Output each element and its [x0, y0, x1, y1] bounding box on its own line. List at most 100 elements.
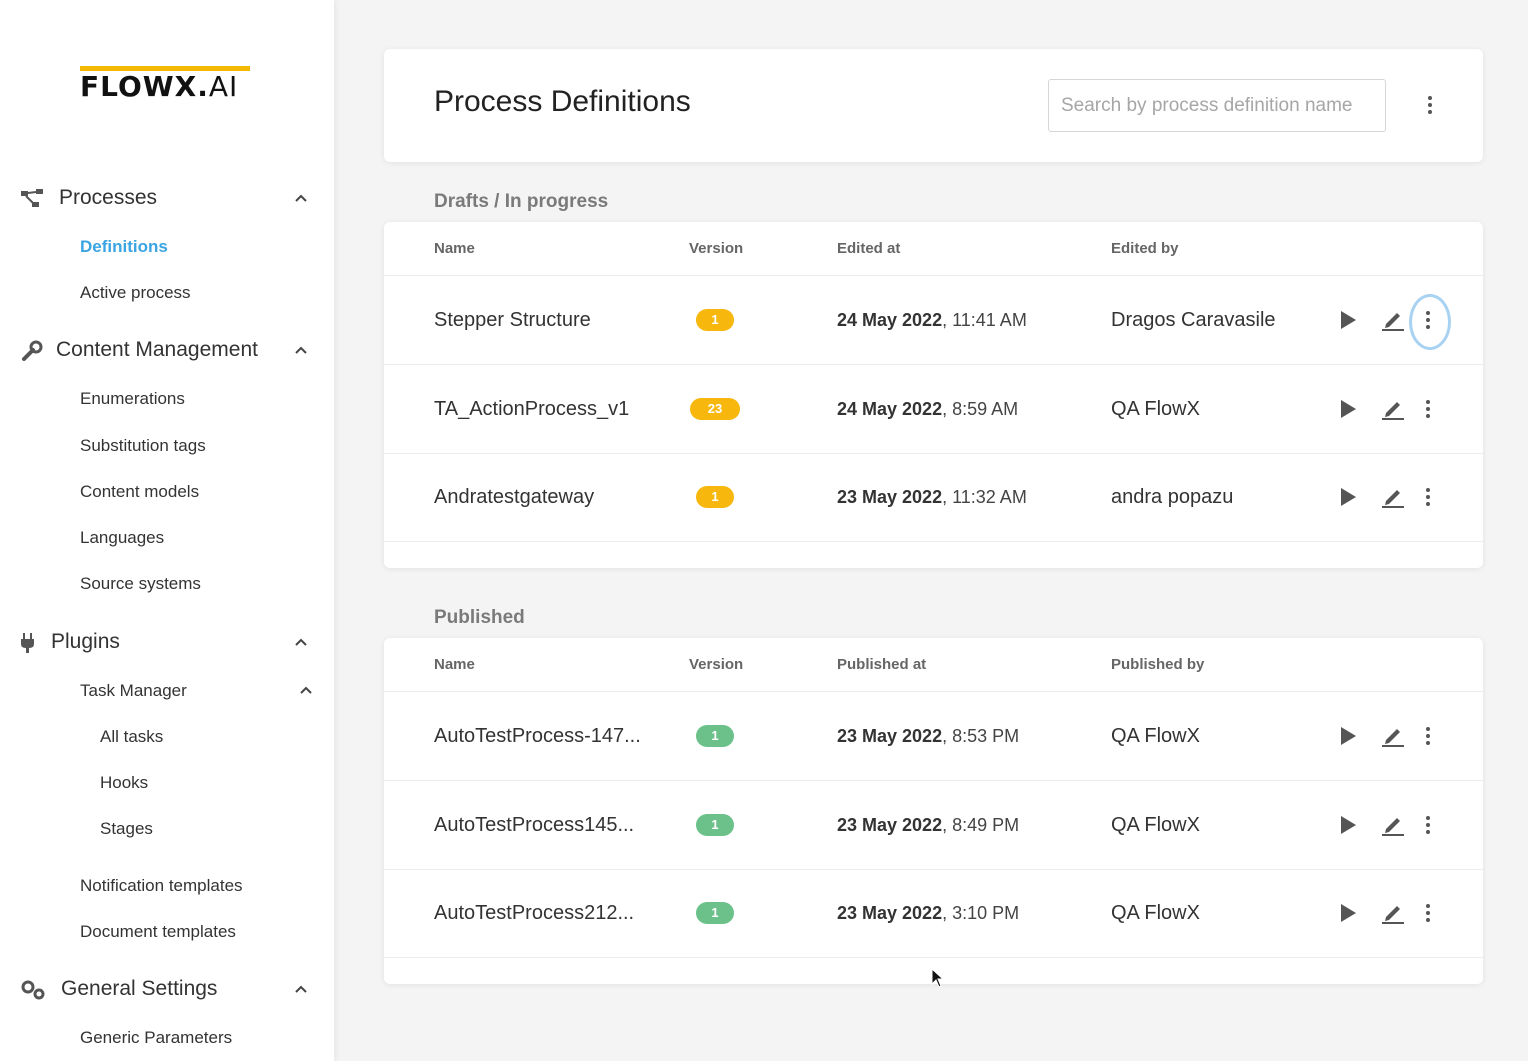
sidebar-item-source-systems[interactable]: Source systems: [80, 571, 201, 597]
edit-icon[interactable]: [1382, 902, 1404, 924]
table-row[interactable]: AutoTestProcess212... 1 23 May 2022, 3:10 …: [384, 869, 1483, 958]
table-row[interactable]: Stepper Structure 1 24 May 2022, 11:41 AM D…: [384, 276, 1483, 365]
play-icon[interactable]: [1339, 903, 1357, 923]
timestamp-time: , 8:49 PM: [942, 814, 1020, 835]
row-more-menu[interactable]: [1418, 485, 1438, 509]
sidebar-item-enumerations[interactable]: Enumerations: [80, 386, 185, 412]
process-name[interactable]: Stepper Structure: [434, 276, 591, 364]
flowx-logo[interactable]: FLOWX.AI: [80, 66, 252, 106]
play-icon[interactable]: [1339, 399, 1357, 419]
kebab-menu-icon[interactable]: [1418, 308, 1438, 332]
column-header-published-at: Published at: [837, 656, 927, 673]
search-input[interactable]: [1048, 79, 1386, 132]
sidebar-item-notification-templates[interactable]: Notification templates: [80, 873, 243, 899]
row-more-menu[interactable]: [1418, 901, 1438, 925]
table-row[interactable]: TA_ActionProcess_v1 23 24 May 2022, 8:59 A…: [384, 365, 1483, 454]
page-title: Process Definitions: [434, 85, 691, 118]
version-badge: 1: [696, 309, 734, 331]
sidebar-item-hooks[interactable]: Hooks: [100, 770, 148, 796]
chevron-up-icon[interactable]: [295, 344, 307, 356]
kebab-menu-icon[interactable]: [1418, 485, 1438, 509]
kebab-menu-icon[interactable]: [1418, 813, 1438, 837]
play-icon[interactable]: [1339, 726, 1357, 746]
table-row[interactable]: AutoTestProcess145... 1 23 May 2022, 8:49 …: [384, 781, 1483, 870]
logo-text-bold: FLOWX.: [80, 70, 209, 103]
edit-icon[interactable]: [1382, 814, 1404, 836]
sidebar-item-substitution-tags[interactable]: Substitution tags: [80, 433, 206, 459]
process-name[interactable]: Andratestgateway: [434, 453, 594, 541]
edit-icon[interactable]: [1382, 725, 1404, 747]
published-table: Name Version Published at Published by A…: [384, 638, 1483, 984]
timestamp: 23 May 2022, 11:32 AM: [837, 453, 1027, 541]
sidebar-item-languages[interactable]: Languages: [80, 525, 164, 551]
sidebar-item-generic-parameters[interactable]: Generic Parameters: [80, 1025, 232, 1051]
timestamp-time: , 11:32 AM: [942, 487, 1027, 507]
version-badge: 1: [696, 486, 734, 508]
nav-section-plugins[interactable]: Plugins: [0, 624, 334, 660]
nav-section-label: Processes: [59, 186, 158, 209]
sidebar-item-task-manager[interactable]: Task Manager: [80, 678, 187, 704]
row-more-menu[interactable]: [1418, 813, 1438, 837]
play-icon[interactable]: [1339, 310, 1357, 330]
timestamp-date: 23 May 2022: [837, 814, 943, 835]
wrench-icon: [22, 340, 43, 361]
row-more-menu[interactable]: [1409, 294, 1451, 350]
nav-section-label: Plugins: [51, 630, 120, 653]
edit-icon[interactable]: [1382, 309, 1404, 331]
process-name[interactable]: AutoTestProcess212...: [434, 869, 634, 957]
chevron-up-icon[interactable]: [295, 983, 307, 995]
plug-icon: [21, 633, 34, 653]
row-more-menu[interactable]: [1418, 724, 1438, 748]
process-name[interactable]: TA_ActionProcess_v1: [434, 365, 629, 453]
kebab-menu-icon[interactable]: [1418, 397, 1438, 421]
user-name: QA FlowX: [1111, 902, 1200, 924]
drafts-table: Name Version Edited at Edited by Stepper…: [384, 222, 1483, 568]
nav-section-general-settings[interactable]: General Settings: [0, 971, 334, 1007]
timestamp-date: 24 May 2022: [837, 398, 943, 419]
table-row[interactable]: Andratestgateway 1 23 May 2022, 11:32 AM an…: [384, 453, 1483, 542]
column-header-version: Version: [689, 240, 744, 257]
sidebar: FLOWX.AI Processes Definitions Active pr…: [0, 0, 334, 1061]
sidebar-item-document-templates[interactable]: Document templates: [80, 919, 236, 945]
version-badge: 1: [696, 813, 734, 836]
play-icon[interactable]: [1339, 815, 1357, 835]
timestamp: 24 May 2022, 8:59 AM: [837, 365, 1018, 453]
row-more-menu[interactable]: [1418, 397, 1438, 421]
nav-section-content-management[interactable]: Content Management: [0, 332, 334, 368]
edit-icon[interactable]: [1382, 486, 1404, 508]
sidebar-item-stages[interactable]: Stages: [100, 816, 153, 842]
version-badge: 1: [696, 725, 734, 747]
nav-section-processes[interactable]: Processes: [0, 180, 334, 216]
kebab-menu-icon[interactable]: [1420, 93, 1440, 117]
chevron-up-icon[interactable]: [295, 192, 307, 204]
process-name[interactable]: AutoTestProcess145...: [434, 781, 634, 869]
column-header-edited-by: Edited by: [1111, 240, 1179, 257]
chevron-up-icon[interactable]: [300, 684, 312, 696]
play-icon[interactable]: [1339, 487, 1357, 507]
kebab-menu-icon[interactable]: [1418, 724, 1438, 748]
sidebar-item-active-process[interactable]: Active process: [80, 280, 191, 306]
sidebar-item-content-models[interactable]: Content models: [80, 479, 199, 505]
timestamp-date: 24 May 2022: [837, 310, 943, 330]
timestamp: 23 May 2022, 8:53 PM: [837, 692, 1019, 780]
edit-icon[interactable]: [1382, 398, 1404, 420]
version-badge: 1: [696, 902, 734, 924]
timestamp-date: 23 May 2022: [837, 487, 943, 507]
sidebar-item-definitions[interactable]: Definitions: [80, 234, 168, 260]
sidebar-item-all-tasks[interactable]: All tasks: [100, 724, 163, 750]
timestamp-time: , 8:53 PM: [942, 726, 1020, 746]
process-name[interactable]: AutoTestProcess-147...: [434, 692, 641, 780]
table-row[interactable]: AutoTestProcess-147... 1 23 May 2022, 8:53…: [384, 692, 1483, 781]
column-header-published-by: Published by: [1111, 656, 1205, 673]
nav-section-label: Content Management: [56, 338, 258, 361]
timestamp: 24 May 2022, 11:41 AM: [837, 276, 1027, 364]
drafts-section-title: Drafts / In progress: [434, 191, 609, 212]
user-name: QA FlowX: [1111, 725, 1200, 747]
column-header-name: Name: [434, 240, 475, 257]
timestamp-time: , 11:41 AM: [942, 310, 1027, 330]
chevron-up-icon[interactable]: [295, 636, 307, 648]
timestamp: 23 May 2022, 8:49 PM: [837, 781, 1019, 869]
timestamp-date: 23 May 2022: [837, 903, 943, 923]
user-name: Dragos Caravasile: [1111, 309, 1276, 331]
kebab-menu-icon[interactable]: [1418, 901, 1438, 925]
